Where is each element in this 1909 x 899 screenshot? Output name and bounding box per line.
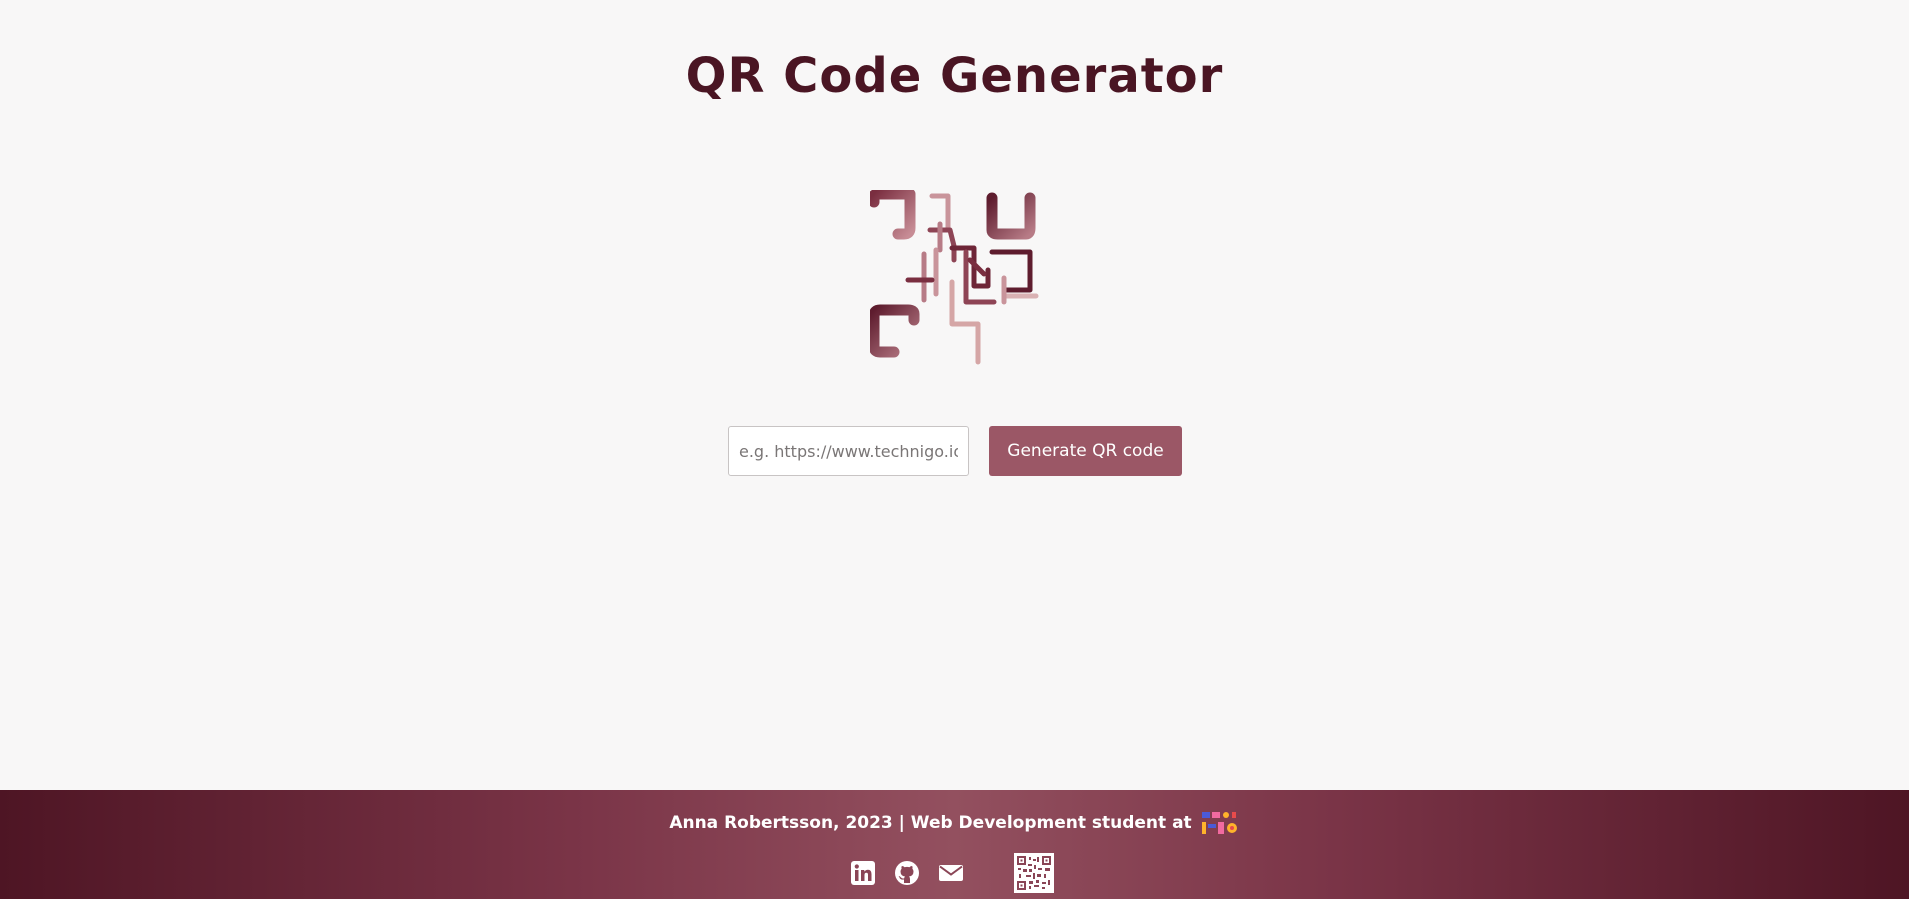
page: QR Code Generator e.g. https://www.techn… xyxy=(0,0,1909,899)
footer: Anna Robertsson, 2023 | Web Development … xyxy=(0,790,1909,899)
url-input[interactable] xyxy=(728,426,969,476)
qr-code-icon[interactable] xyxy=(1014,853,1054,893)
qr-illustration xyxy=(870,190,1039,365)
email-icon[interactable] xyxy=(938,860,964,886)
page-title: QR Code Generator xyxy=(685,48,1224,104)
github-icon[interactable] xyxy=(894,860,920,886)
footer-credit: Anna Robertsson, 2023 | Web Development … xyxy=(669,813,1192,833)
footer-social-links xyxy=(850,852,1054,894)
linkedin-icon[interactable] xyxy=(850,860,876,886)
generate-qr-button[interactable]: Generate QR code xyxy=(989,426,1182,476)
qr-form: Generate QR code xyxy=(728,426,1182,476)
footer-credit-line: Anna Robertsson, 2023 | Web Development … xyxy=(0,810,1909,836)
technigo-logo[interactable] xyxy=(1200,810,1240,836)
